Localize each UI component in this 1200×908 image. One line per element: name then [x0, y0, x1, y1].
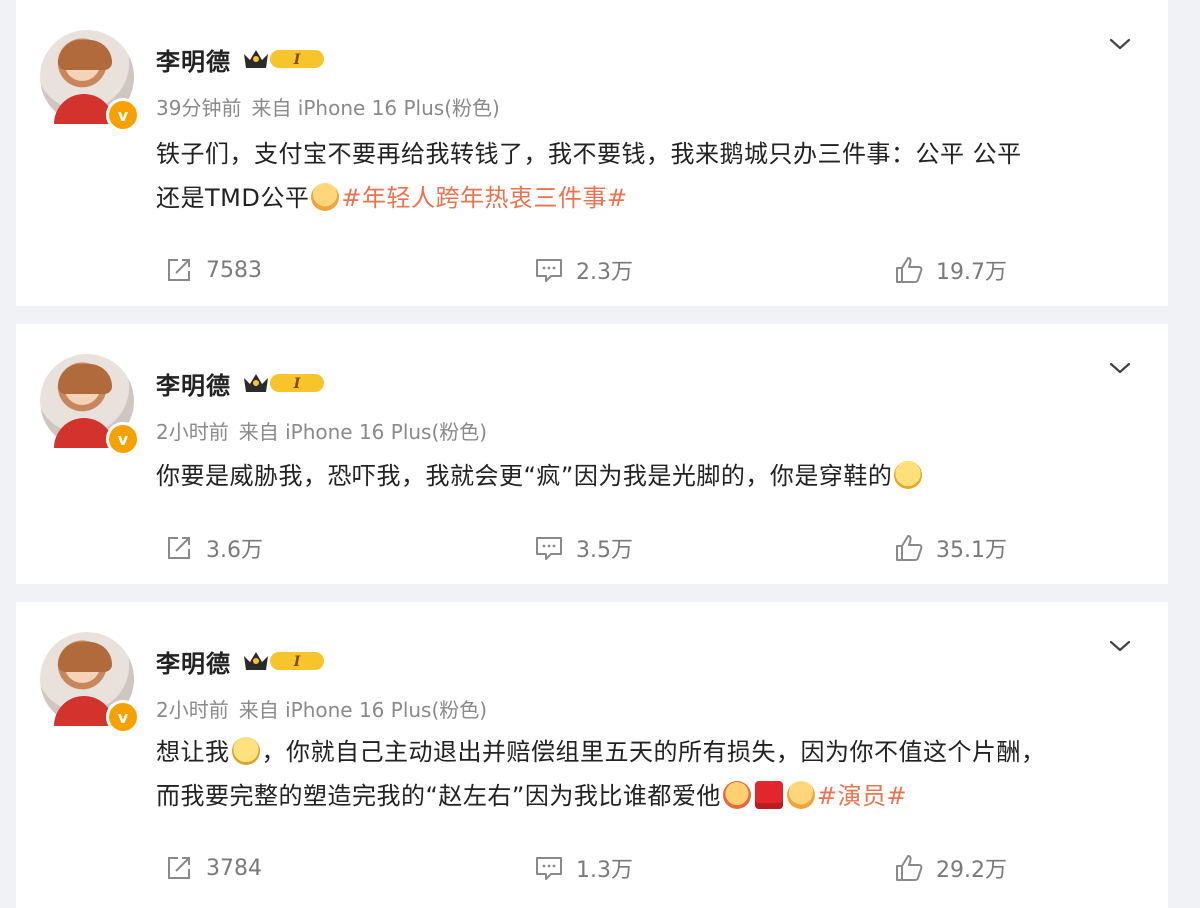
like-count: 35.1万 — [936, 538, 1007, 563]
post-text-line: 你要是威胁我，恐吓我，我就会更“疯”因为我是光脚的，你是穿鞋的 — [156, 454, 1136, 498]
comment-icon — [536, 857, 562, 880]
comment-count: 1.3万 — [576, 858, 633, 883]
verified-badge: v — [106, 422, 140, 456]
like-button[interactable]: 35.1万 — [894, 528, 1007, 568]
post-text-line: 想让我 ，你就自己主动退出并赔偿组里五天的所有损失，因为你不值这个片酬， — [156, 730, 1136, 774]
avatar-shirt — [54, 696, 114, 726]
comment-count: 2.3万 — [576, 260, 633, 285]
post-time[interactable]: 2小时前 — [156, 420, 229, 444]
avatar-hair — [58, 364, 112, 394]
post-text: 铁子们，支付宝不要再给我转钱了，我不要钱，我来鹅城只办三件事：公平 公平 还是T… — [156, 132, 1136, 220]
post-text-line: 还是TMD公平 #年轻人跨年热衷三件事# — [156, 176, 1136, 220]
repost-count: 3.6万 — [206, 538, 263, 563]
repost-count: 7583 — [206, 257, 262, 283]
avatar-shirt — [54, 418, 114, 448]
post-text-line: 而我要完整的塑造完我的“赵左右”因为我比谁都爱他 #演员# — [156, 774, 1136, 818]
post-text-segment: 还是TMD公平 — [156, 184, 310, 212]
avatar-shirt — [54, 94, 114, 124]
like-button[interactable]: 29.2万 — [894, 848, 1007, 888]
repost-count: 3784 — [206, 855, 262, 881]
post-card: v 李明德 I 39分钟前 来自 iPhone 16 Plus(粉色) 铁子们，支… — [16, 0, 1168, 306]
avatar[interactable]: v — [40, 354, 140, 456]
vip-level: I — [293, 52, 301, 68]
chevron-down-icon[interactable] — [1108, 32, 1132, 56]
verified-badge: v — [106, 98, 140, 132]
chevron-down-icon[interactable] — [1108, 634, 1132, 658]
post-meta: 2小时前 来自 iPhone 16 Plus(粉色) — [156, 694, 487, 723]
vip-level: I — [293, 654, 301, 670]
hashtag-link[interactable]: #演员# — [817, 782, 907, 810]
avatar-hair — [58, 40, 112, 70]
share-icon — [168, 537, 190, 559]
author-name[interactable]: 李明德 — [156, 366, 231, 401]
share-icon — [168, 857, 190, 879]
vip-crown-icon[interactable]: I — [242, 46, 328, 72]
post-actions: 3784 1.3万 29.2万 — [16, 848, 1168, 888]
comment-button[interactable]: 1.3万 — [534, 848, 633, 888]
post-text-segment: 而我要完整的塑造完我的“赵左右”因为我比谁都爱他 — [156, 782, 721, 810]
verified-badge: v — [106, 700, 140, 734]
thumbs-up-icon — [896, 535, 923, 561]
post-text-line: 铁子们，支付宝不要再给我转钱了，我不要钱，我来鹅城只办三件事：公平 公平 — [156, 140, 1022, 168]
comment-button[interactable]: 3.5万 — [534, 528, 633, 568]
post-text: 想让我 ，你就自己主动退出并赔偿组里五天的所有损失，因为你不值这个片酬， 而我要完… — [156, 730, 1136, 818]
post-source: 来自 iPhone 16 Plus(粉色) — [238, 698, 488, 722]
repost-button[interactable]: 7583 — [164, 250, 262, 290]
post-text-segment: ，你就自己主动退出并赔偿组里五天的所有损失，因为你不值这个片酬， — [261, 738, 1046, 766]
zipper-mouth-emoji — [231, 737, 260, 765]
share-icon — [168, 259, 190, 281]
comment-icon — [536, 259, 562, 282]
comment-count: 3.5万 — [576, 538, 633, 563]
post-actions: 7583 2.3万 19.7万 — [16, 250, 1168, 290]
post-source: 来自 iPhone 16 Plus(粉色) — [251, 96, 500, 120]
hashtag-link[interactable]: #年轻人跨年热衷三件事# — [341, 184, 627, 212]
post-text-segment: 想让我 — [156, 738, 230, 766]
post-meta: 39分钟前 来自 iPhone 16 Plus(粉色) — [156, 92, 500, 121]
post-meta: 2小时前 来自 iPhone 16 Plus(粉色) — [156, 416, 487, 445]
comment-button[interactable]: 2.3万 — [534, 250, 633, 290]
thumbs-up-icon — [896, 855, 923, 881]
gift-emoji — [754, 781, 783, 809]
post-card: v 李明德 I 2小时前 来自 iPhone 16 Plus(粉色) 你要是威胁我… — [16, 324, 1168, 584]
post-card: v 李明德 I 2小时前 来自 iPhone 16 Plus(粉色) 想让我 ，你就… — [16, 602, 1168, 908]
avatar[interactable]: v — [40, 30, 140, 132]
repost-button[interactable]: 3784 — [164, 848, 262, 888]
post-text-segment: 你要是威胁我，恐吓我，我就会更“疯”因为我是光脚的，你是穿鞋的 — [156, 462, 893, 490]
avatar-hair — [58, 642, 112, 672]
grin-emoji — [894, 461, 923, 489]
repost-button[interactable]: 3.6万 — [164, 528, 263, 568]
comment-icon — [536, 537, 562, 560]
love-face-emoji — [722, 781, 751, 809]
chevron-down-icon[interactable] — [1108, 356, 1132, 380]
hug-face-emoji — [311, 183, 340, 211]
like-count: 29.2万 — [936, 858, 1007, 883]
author-name[interactable]: 李明德 — [156, 644, 231, 679]
post-text: 你要是威胁我，恐吓我，我就会更“疯”因为我是光脚的，你是穿鞋的 — [156, 454, 1136, 498]
like-button[interactable]: 19.7万 — [894, 250, 1007, 290]
post-source: 来自 iPhone 16 Plus(粉色) — [238, 420, 488, 444]
vip-crown-icon[interactable]: I — [242, 648, 328, 674]
vip-crown-icon[interactable]: I — [242, 370, 328, 396]
hug-face-emoji — [786, 781, 815, 809]
avatar[interactable]: v — [40, 632, 140, 734]
weibo-feed: v 李明德 I 39分钟前 来自 iPhone 16 Plus(粉色) 铁子们，支… — [0, 0, 1200, 908]
thumbs-up-icon — [896, 257, 923, 283]
post-time[interactable]: 2小时前 — [156, 698, 229, 722]
post-time[interactable]: 39分钟前 — [156, 96, 241, 120]
author-name[interactable]: 李明德 — [156, 42, 231, 77]
like-count: 19.7万 — [936, 260, 1007, 285]
post-actions: 3.6万 3.5万 35.1万 — [16, 528, 1168, 568]
vip-level: I — [293, 376, 301, 392]
